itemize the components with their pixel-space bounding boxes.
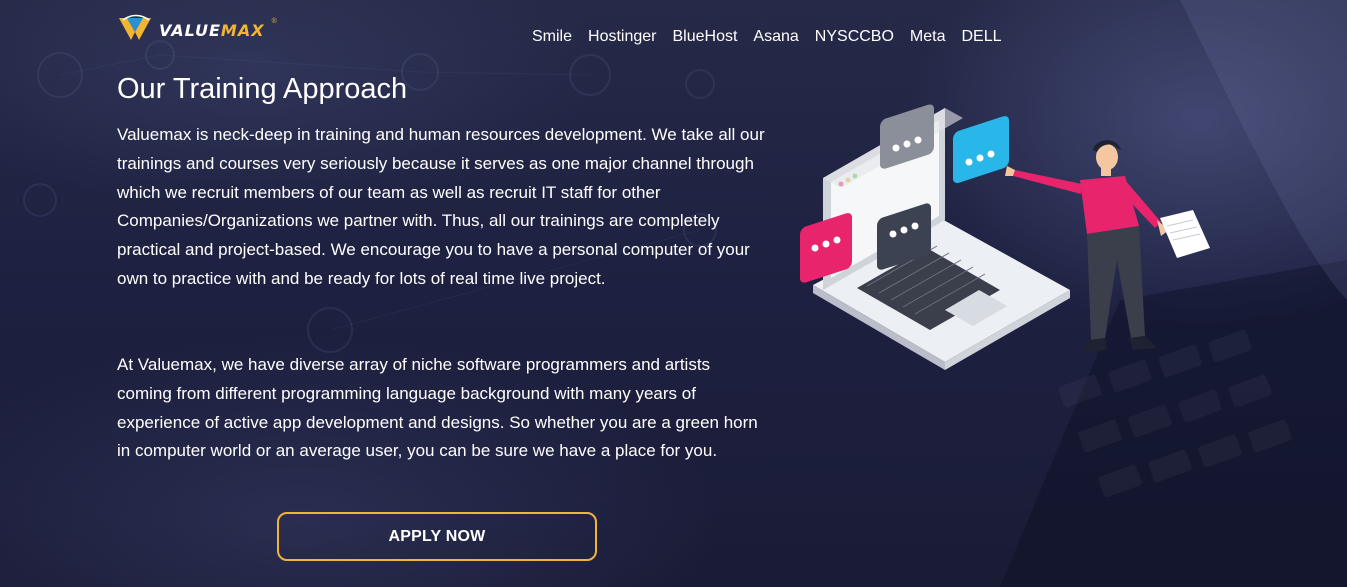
apply-now-button[interactable]: APPLY NOW — [277, 512, 597, 561]
laptop-chat-bubbles-person-illustration — [800, 104, 1210, 370]
nav-item-meta[interactable]: Meta — [910, 28, 946, 46]
brand-logo[interactable]: VALUEMAX ® — [117, 14, 277, 42]
nav-item-bluehost[interactable]: BlueHost — [673, 28, 738, 46]
nav-item-smile[interactable]: Smile — [532, 28, 572, 46]
nav-item-nysccbo[interactable]: NYSCCBO — [815, 28, 894, 46]
registered-mark: ® — [271, 17, 277, 25]
person-figure — [1005, 140, 1210, 352]
chat-bubble-cyan-icon — [953, 116, 1009, 184]
intro-paragraph: Valuemax is neck-deep in training and hu… — [117, 125, 765, 288]
section-title: Our Training Approach — [117, 73, 408, 105]
nav-item-dell[interactable]: DELL — [962, 28, 1002, 46]
nav-item-asana[interactable]: Asana — [753, 28, 798, 46]
brand-name: VALUEMAX — [159, 20, 265, 40]
nav-item-hostinger[interactable]: Hostinger — [588, 28, 656, 46]
top-nav: Smile Hostinger BlueHost Asana NYSCCBO M… — [532, 28, 1002, 46]
valuemax-logo-icon — [119, 14, 151, 40]
team-paragraph: At Valuemax, we have diverse array of ni… — [117, 355, 758, 461]
